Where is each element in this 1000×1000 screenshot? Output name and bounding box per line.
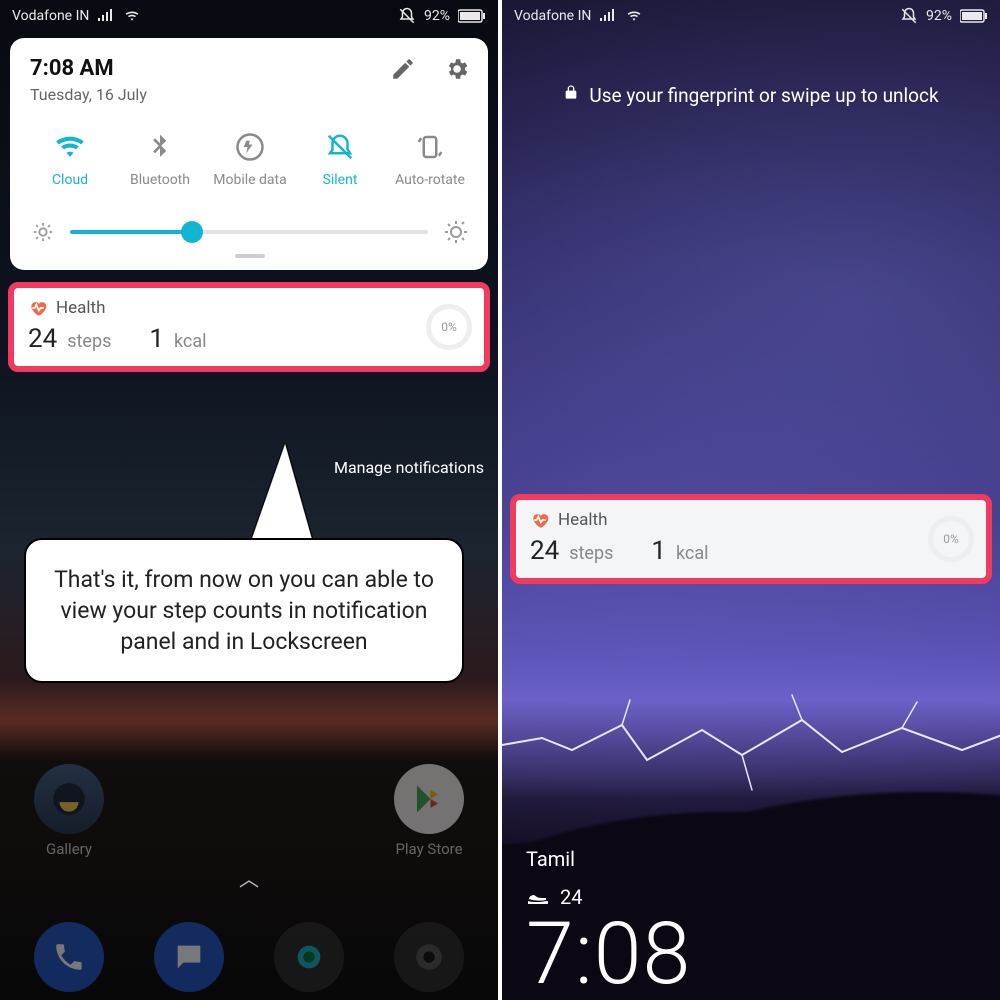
- play-store-icon: [411, 781, 447, 817]
- toggle-silent[interactable]: Silent: [300, 132, 380, 188]
- toggle-wifi[interactable]: Cloud: [30, 132, 110, 188]
- heart-icon: [28, 298, 48, 318]
- status-bar: Vodafone IN 92%: [0, 0, 498, 32]
- battery-pct: 92%: [424, 8, 450, 24]
- kcal-value: 1: [651, 536, 666, 566]
- brightness-high-icon: [444, 220, 468, 244]
- battery-icon: [960, 9, 988, 23]
- signal-icon: [599, 9, 617, 23]
- app-playstore[interactable]: Play Store: [394, 764, 464, 858]
- phone-icon: [52, 940, 86, 974]
- steps-value: 24: [28, 324, 57, 354]
- steps-unit: steps: [569, 543, 613, 564]
- health-notification[interactable]: Health 24 steps 1 kcal 0%: [510, 494, 992, 584]
- carrier-label: Vodafone IN: [514, 8, 591, 24]
- battery-pct: 92%: [926, 8, 952, 24]
- app-playstore-label: Play Store: [395, 840, 462, 858]
- app-row: Gallery Play Store: [0, 764, 498, 858]
- brightness-low-icon: [32, 221, 54, 243]
- wifi-icon: [625, 9, 643, 23]
- carrier-label: Vodafone IN: [12, 8, 89, 24]
- quick-settings-panel[interactable]: 7:08 AM Tuesday, 16 July Cloud Bluetooth…: [10, 38, 488, 270]
- settings-icon: [412, 940, 446, 974]
- toggle-bluetooth[interactable]: Bluetooth: [120, 132, 200, 188]
- edit-icon[interactable]: [390, 56, 416, 82]
- app-gallery[interactable]: Gallery: [34, 764, 104, 858]
- lock-hint-text: Use your fingerprint or swipe up to unlo…: [589, 84, 938, 107]
- lock-hint: Use your fingerprint or swipe up to unlo…: [502, 84, 1000, 107]
- mute-icon: [398, 7, 416, 25]
- app-drawer-handle[interactable]: ︿: [239, 863, 259, 892]
- goal-progress-ring: 0%: [426, 304, 472, 350]
- heart-icon: [530, 510, 550, 530]
- steps-value: 24: [530, 536, 559, 566]
- lockscreen-info: Tamil 24 7:08: [526, 847, 691, 992]
- toggle-data-label: Mobile data: [213, 172, 286, 188]
- health-title: Health: [558, 510, 607, 530]
- kcal-value: 1: [149, 324, 164, 354]
- app-gallery-label: Gallery: [46, 840, 92, 858]
- messages-icon: [172, 940, 206, 974]
- lockscreen-clock: 7:08: [526, 915, 691, 992]
- brightness-slider[interactable]: [70, 230, 428, 234]
- notification-shade-screenshot: Vodafone IN 92% 7:08 AM Tuesday, 16 July…: [0, 0, 498, 1000]
- toggle-silent-label: Silent: [323, 172, 358, 188]
- signal-icon: [97, 9, 115, 23]
- panel-grip[interactable]: [235, 254, 265, 258]
- lock-icon: [563, 84, 579, 100]
- manage-notifications-link[interactable]: Manage notifications: [334, 458, 484, 477]
- wifi-icon: [123, 9, 141, 23]
- battery-icon: [458, 9, 486, 23]
- app-phone[interactable]: [34, 922, 104, 992]
- goal-progress-ring: 0%: [928, 516, 974, 562]
- status-bar: Vodafone IN 92%: [502, 0, 1000, 32]
- app-camera[interactable]: [274, 922, 344, 992]
- steps-unit: steps: [67, 331, 111, 352]
- kcal-unit: kcal: [676, 543, 709, 564]
- toggle-bt-label: Bluetooth: [130, 172, 190, 188]
- qs-time: 7:08 AM: [30, 56, 147, 81]
- lockscreen-language: Tamil: [526, 847, 691, 871]
- camera-icon: [292, 940, 326, 974]
- toggle-auto-rotate[interactable]: Auto-rotate: [390, 132, 470, 188]
- lockscreen-screenshot: Vodafone IN 92% Use your fingerprint or …: [502, 0, 1000, 1000]
- health-notification[interactable]: Health 24 steps 1 kcal 0%: [8, 282, 490, 372]
- mute-icon: [900, 7, 918, 25]
- toggle-mobile-data[interactable]: Mobile data: [210, 132, 290, 188]
- qs-date: Tuesday, 16 July: [30, 85, 147, 104]
- brightness-row: [32, 220, 468, 244]
- tutorial-callout: That's it, from now on you can able to v…: [24, 538, 464, 683]
- toggle-rotate-label: Auto-rotate: [395, 172, 465, 188]
- goal-pct: 0%: [943, 532, 959, 546]
- toggle-wifi-label: Cloud: [52, 172, 88, 188]
- qs-toggles: Cloud Bluetooth Mobile data Silent Auto-…: [30, 132, 470, 188]
- health-title: Health: [56, 298, 105, 318]
- app-settings[interactable]: [394, 922, 464, 992]
- app-messages[interactable]: [154, 922, 224, 992]
- goal-pct: 0%: [441, 320, 457, 334]
- gear-icon[interactable]: [444, 56, 470, 82]
- dock: [0, 922, 498, 992]
- kcal-unit: kcal: [174, 331, 207, 352]
- gallery-icon: [50, 780, 88, 818]
